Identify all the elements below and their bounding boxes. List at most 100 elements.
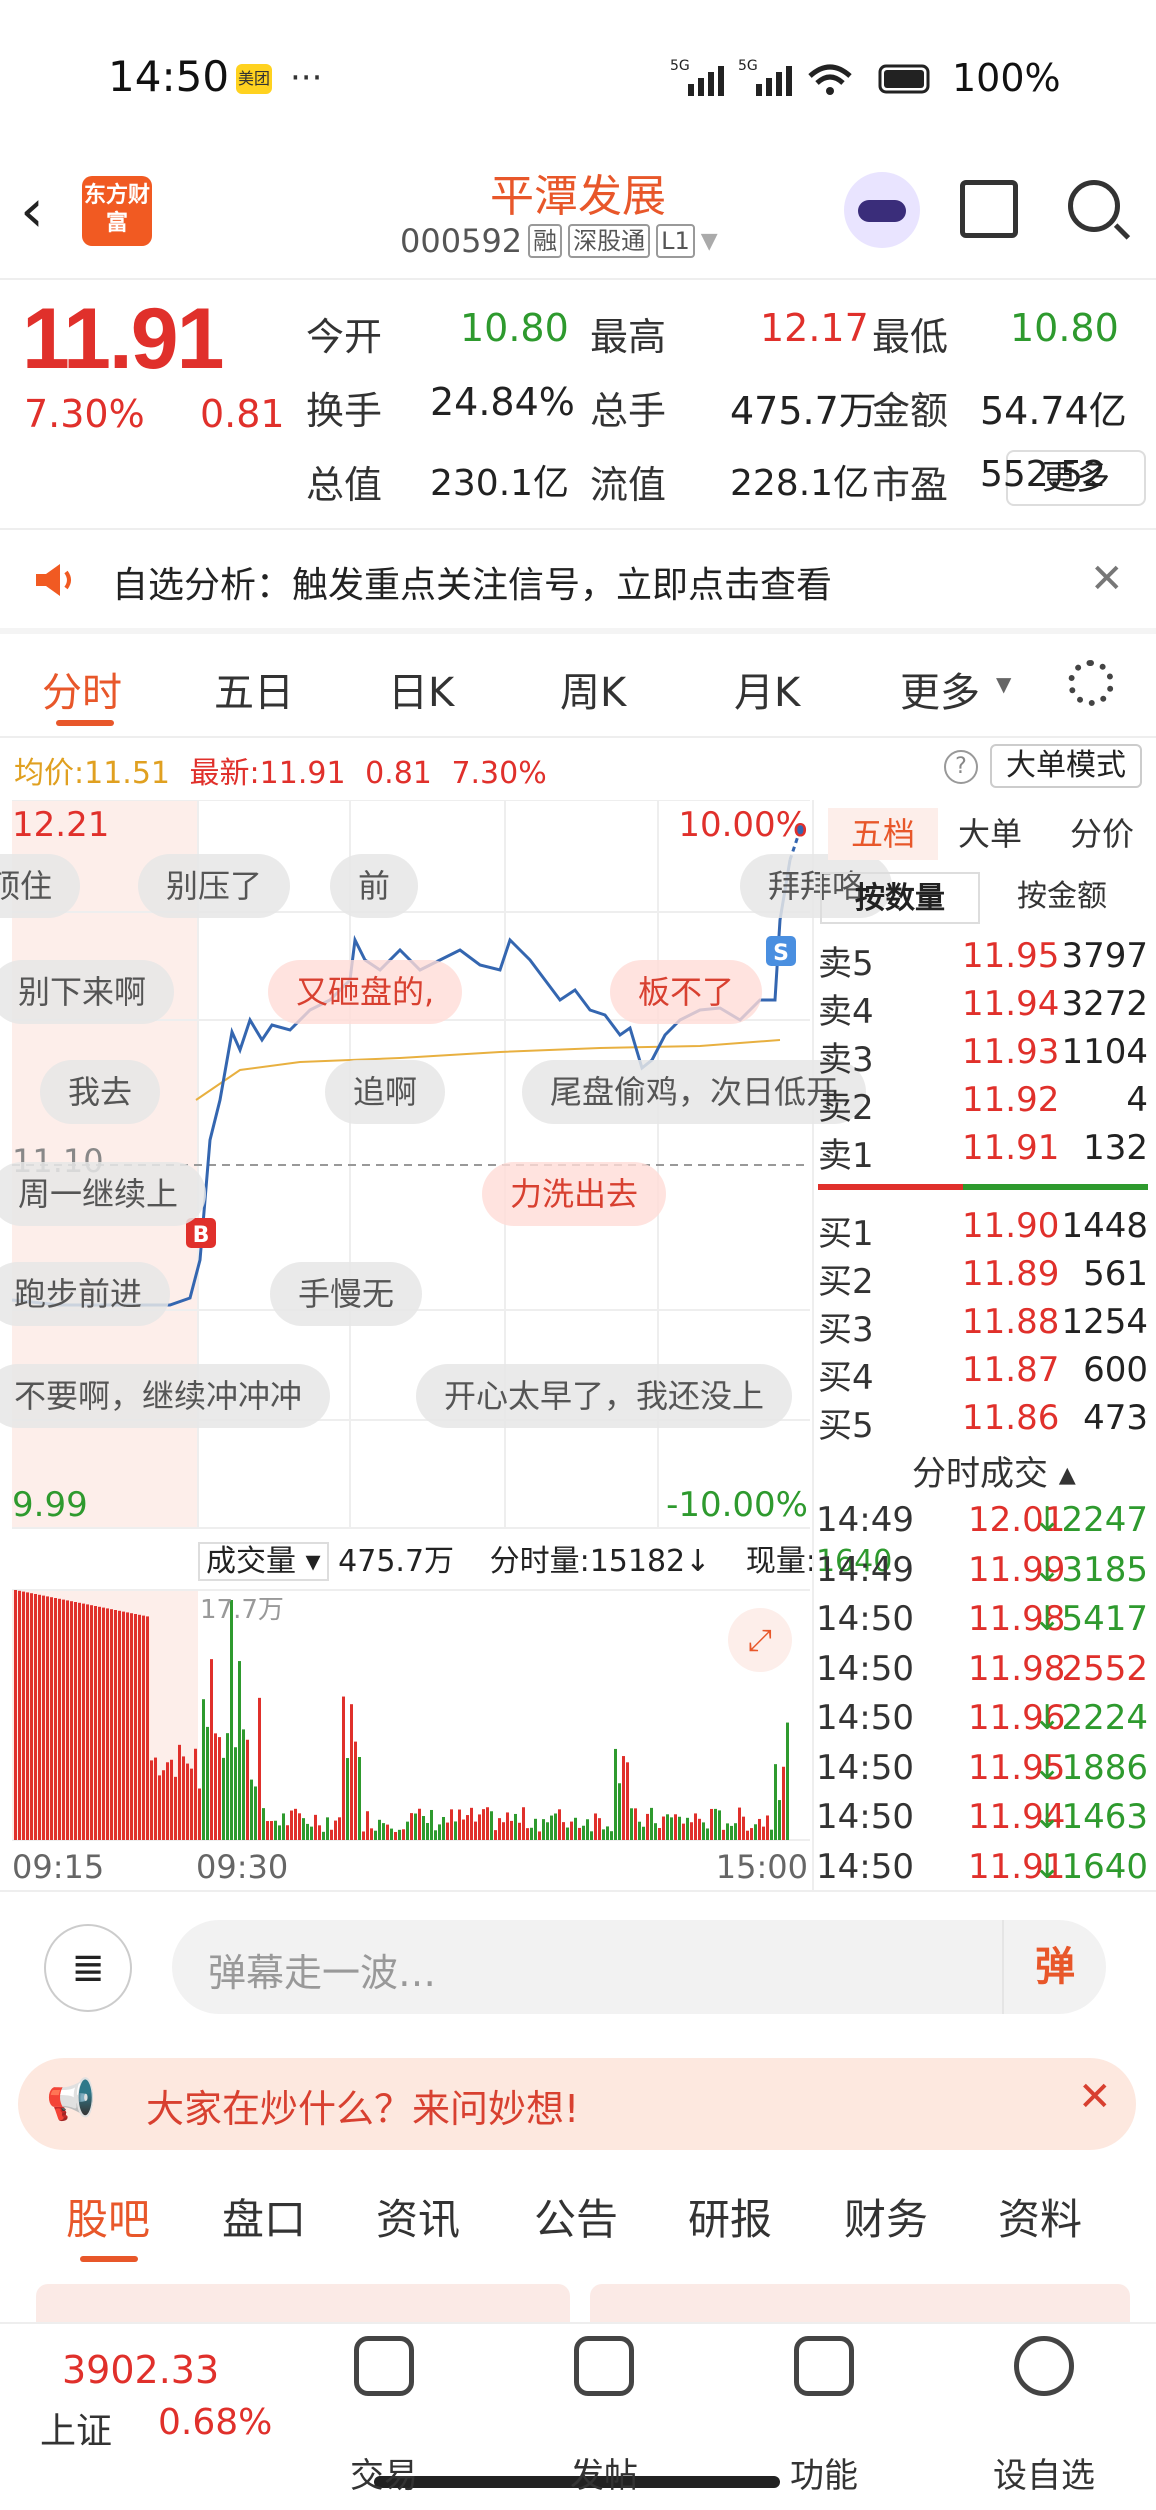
trade-volume: ↓1640 (1032, 1846, 1148, 1887)
volume-bar (302, 1818, 305, 1840)
orderbook-cell: 卖2 (818, 1088, 874, 1128)
volume-bar (590, 1831, 593, 1840)
section-tab-2[interactable]: 资讯 (376, 2186, 460, 2247)
volume-bar (490, 1811, 493, 1840)
volume-bar (202, 1699, 205, 1840)
assistant-robot-icon[interactable] (844, 172, 920, 248)
volume-bar (522, 1807, 525, 1840)
volume-bar (86, 1604, 89, 1840)
quote-label: 总值 (306, 463, 383, 507)
volume-bar (110, 1609, 113, 1840)
tab-1[interactable]: 五日 (214, 660, 294, 718)
volume-bar (426, 1823, 429, 1840)
volume-bar (42, 1595, 45, 1840)
volume-bar (70, 1601, 73, 1840)
search-icon[interactable] (1068, 180, 1120, 232)
volume-bar (566, 1827, 569, 1840)
orderbook-subtab-0[interactable]: 按数量 (820, 872, 980, 924)
trade-volume: ↓2247 (1032, 1500, 1148, 1540)
danmu-send-button[interactable]: 弹 (1002, 1920, 1106, 2014)
trade-time: 14:49 (816, 1549, 914, 1590)
section-tab-6[interactable]: 资料 (998, 2186, 1082, 2247)
danmu-settings-icon[interactable]: ≣ (44, 1924, 132, 2012)
volume-bar (158, 1775, 161, 1840)
volume-bar (126, 1612, 129, 1840)
orderbook-cell: 3797 (1061, 936, 1148, 976)
volume-bar (646, 1813, 649, 1840)
orderbook-tab-0[interactable]: 五档 (828, 808, 938, 860)
nav-label-3[interactable]: 设自选 (984, 2448, 1104, 2497)
nav-label-2[interactable]: 功能 (764, 2448, 884, 2497)
help-icon[interactable]: ? (944, 750, 978, 784)
section-tab-4[interactable]: 研报 (688, 2186, 772, 2247)
tab-4[interactable]: 月K (734, 660, 800, 718)
trades-title[interactable]: 分时成交 ▴ (912, 1446, 1076, 1495)
orderbook-subtab-1[interactable]: 按金额 (982, 872, 1142, 924)
trade-volume: ↓2224 (1032, 1698, 1148, 1738)
tab-5[interactable]: 更多 (900, 660, 980, 718)
index-value[interactable]: 3902.33 (62, 2348, 219, 2392)
danmu-input[interactable]: 弹幕走一波… (172, 1920, 1106, 2014)
orderbook-cell: 1254 (1061, 1302, 1148, 1342)
orderbook-tab-1[interactable]: 大单 (940, 808, 1040, 860)
nav-label-0[interactable]: 交易 (324, 2448, 444, 2497)
danmu-bubble: 手慢无 (270, 1262, 423, 1326)
quote-label: 市盈 (872, 463, 949, 507)
volume-bar (634, 1808, 637, 1840)
close-icon[interactable]: ✕ (1078, 2074, 1112, 2120)
volume-bar (782, 1766, 785, 1840)
volume-bar (262, 1808, 265, 1840)
volume-bar (686, 1817, 689, 1840)
tab-2[interactable]: 日K (388, 660, 454, 718)
volume-bar (470, 1807, 473, 1840)
volume-bar (386, 1824, 389, 1840)
section-tab-1[interactable]: 盘口 (222, 2186, 306, 2247)
tag-connect: 深股通 (568, 224, 651, 258)
functions-icon[interactable] (794, 2336, 854, 2396)
trade-icon[interactable] (354, 2336, 414, 2396)
share-icon[interactable] (960, 180, 1018, 238)
volume-bar (606, 1826, 609, 1840)
danmu-bubble: 顶住 (0, 854, 81, 918)
orderbook-cell: 11.87 (962, 1350, 1060, 1390)
volume-bar (638, 1821, 641, 1840)
volume-bar (546, 1822, 549, 1840)
big-order-mode-button[interactable]: 大单模式 (990, 744, 1142, 788)
post-icon[interactable] (574, 2336, 634, 2396)
volume-bar (366, 1811, 369, 1840)
volume-bar (602, 1829, 605, 1840)
tab-3[interactable]: 周K (560, 660, 626, 718)
tab-0[interactable]: 分时 (42, 660, 122, 718)
volume-dropdown[interactable]: 成交量 ▾ (198, 1542, 329, 1581)
volume-bar (702, 1822, 705, 1840)
volume-bar (182, 1756, 185, 1840)
danmu-bubble: 周一继续上 (0, 1162, 207, 1226)
section-tab-0[interactable]: 股吧 (66, 2186, 150, 2247)
volume-bar (270, 1821, 273, 1840)
volume-bar (350, 1704, 353, 1840)
trade-volume: ↓1886 (1032, 1747, 1148, 1788)
stock-code-line[interactable]: 000592 融 深股通 L1 ▼ (400, 222, 718, 260)
volume-bar (378, 1819, 381, 1840)
ai-ad-banner[interactable]: 📢 大家在炒什么？来问妙想! ✕ (18, 2058, 1136, 2150)
section-tab-5[interactable]: 财务 (844, 2186, 928, 2247)
notice-text[interactable]: 自选分析：触发重点关注信号，立即点击查看 (112, 556, 832, 608)
nav-label-1[interactable]: 发帖 (544, 2448, 664, 2497)
volume-bar (730, 1825, 733, 1840)
add-watchlist-icon[interactable] (1014, 2336, 1074, 2396)
expand-icon[interactable]: ⤢ (748, 1623, 772, 1658)
volume-bar (246, 1739, 249, 1840)
orderbook-cell: 买1 (818, 1214, 874, 1254)
close-icon[interactable]: ✕ (1090, 556, 1124, 602)
orderbook-tab-2[interactable]: 分价 (1052, 808, 1152, 860)
volume-bar (406, 1821, 409, 1840)
volume-bar (294, 1808, 297, 1840)
gear-icon[interactable] (1068, 660, 1114, 706)
danmu-bubble: 别压了 (138, 854, 291, 918)
volume-bar (630, 1808, 633, 1840)
section-tab-3[interactable]: 公告 (534, 2186, 618, 2247)
orderbook-cell: 11.86 (962, 1398, 1060, 1438)
volume-bar (562, 1822, 565, 1840)
volume-bar (98, 1606, 101, 1840)
orderbook-cell: 买3 (818, 1310, 874, 1350)
